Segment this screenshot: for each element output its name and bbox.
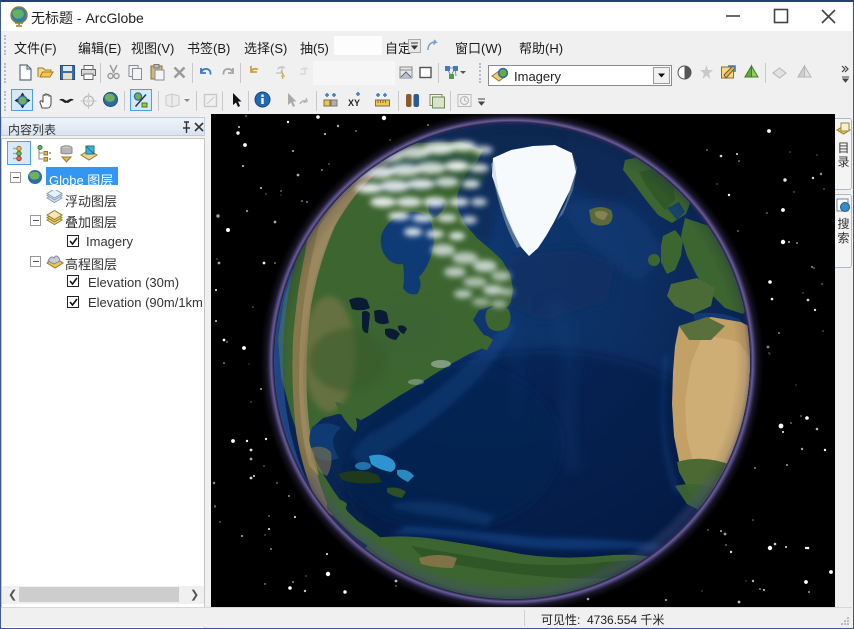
svg-text:XY: XY [348, 98, 360, 108]
